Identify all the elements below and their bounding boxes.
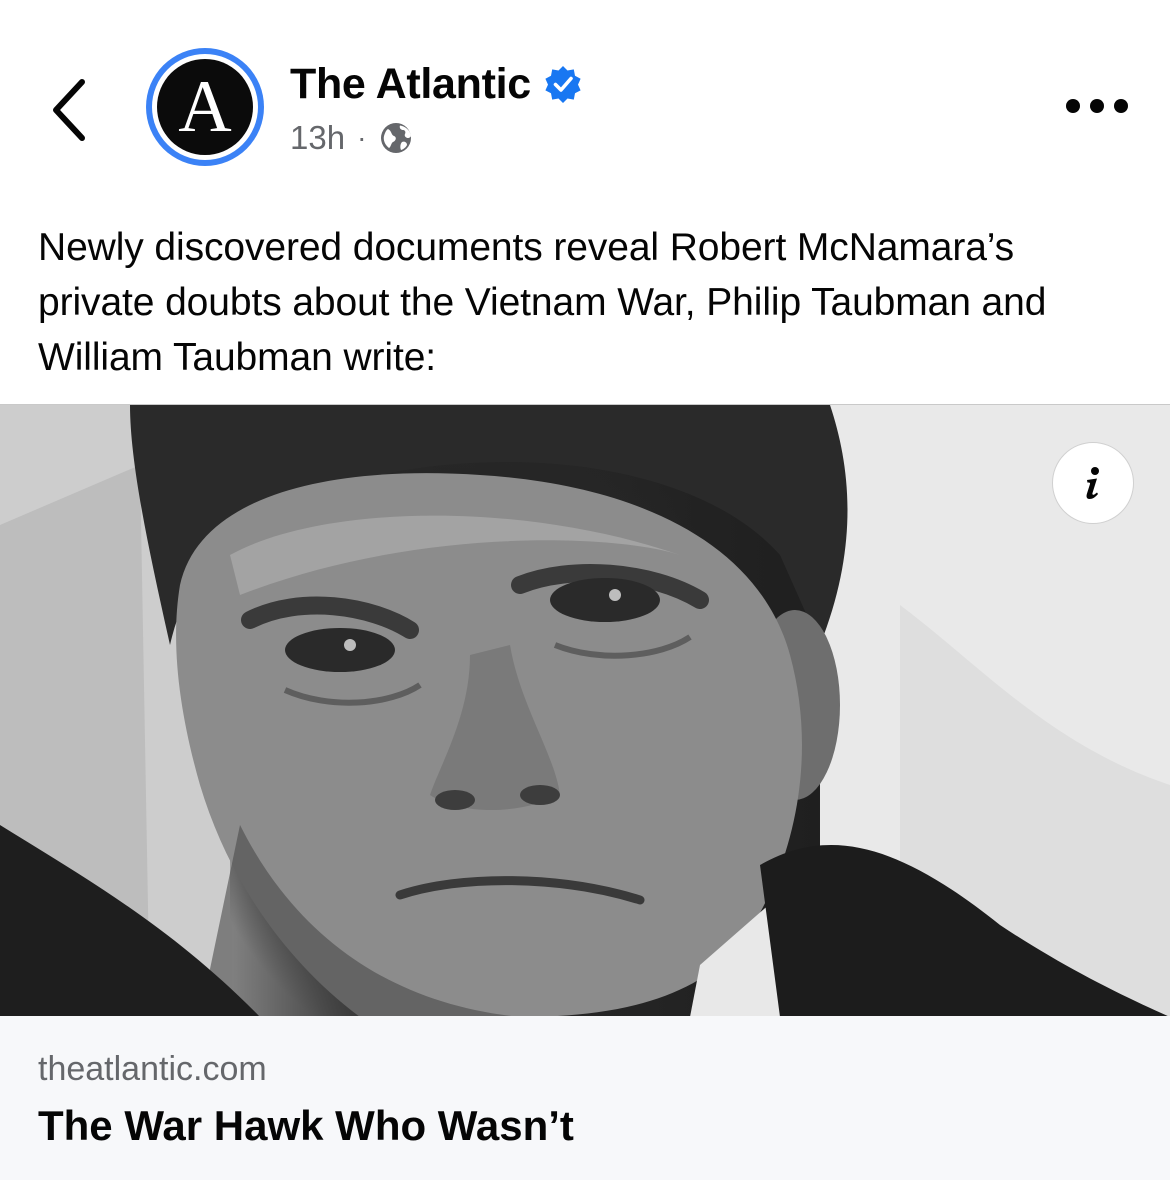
portrait-illustration xyxy=(0,405,1170,1016)
post-photo[interactable] xyxy=(0,404,1170,1016)
post-meta: 13h · xyxy=(290,116,414,160)
meta-separator: · xyxy=(357,122,367,153)
link-domain: theatlantic.com xyxy=(38,1050,267,1088)
post-header: A The Atlantic 13h · xyxy=(0,0,1170,200)
globe-icon xyxy=(381,123,412,153)
verified-badge-icon xyxy=(545,66,581,103)
info-icon xyxy=(1086,467,1099,499)
more-options-button[interactable] xyxy=(1062,86,1132,126)
link-title: The War Hawk Who Wasn’t xyxy=(38,1102,574,1149)
page-name[interactable]: The Atlantic xyxy=(290,60,531,109)
page-avatar[interactable]: A xyxy=(146,48,264,166)
more-horizontal-icon xyxy=(1066,99,1080,113)
chevron-left-icon xyxy=(53,79,85,141)
post-text: Newly discovered documents reveal Robert… xyxy=(38,226,1047,379)
info-button[interactable] xyxy=(1052,442,1134,524)
back-button[interactable] xyxy=(40,70,100,150)
link-preview-card[interactable]: theatlantic.com The War Hawk Who Wasn’t xyxy=(0,1016,1170,1180)
post-time[interactable]: 13h xyxy=(290,119,345,157)
avatar-logo: A xyxy=(157,59,253,155)
